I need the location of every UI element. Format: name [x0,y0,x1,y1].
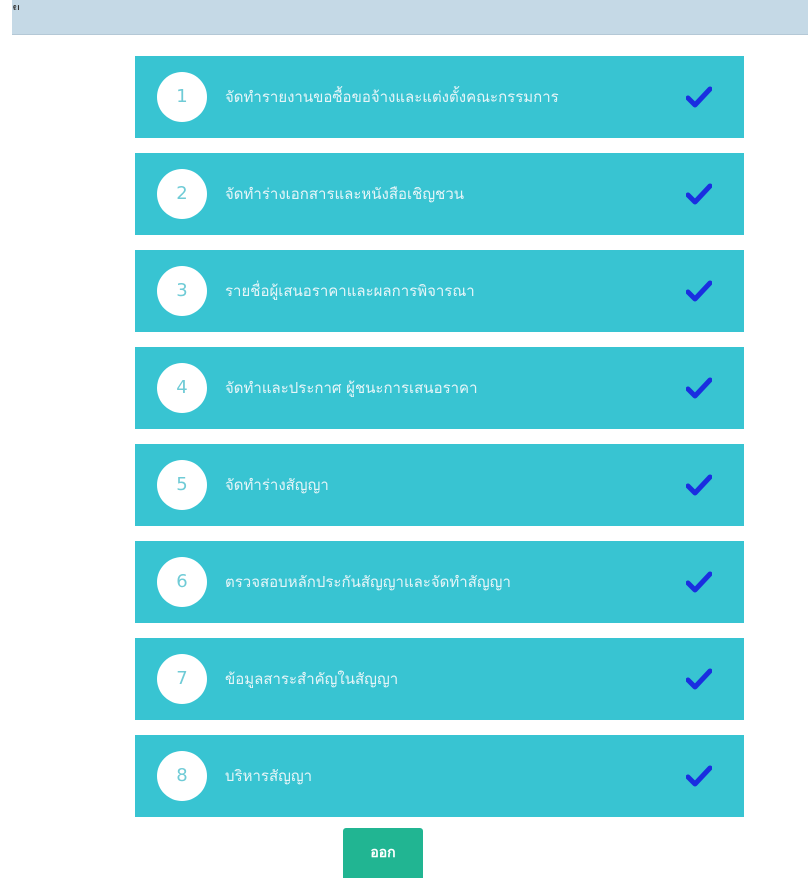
step-number-badge: 7 [157,654,207,704]
top-header-bar: ย [12,0,808,35]
check-icon [686,765,712,787]
check-icon [686,86,712,108]
step-item-3[interactable]: 3 รายชื่อผู้เสนอราคาและผลการพิจารณา [135,250,744,332]
step-label: จัดทำร่างสัญญา [225,476,329,494]
step-item-4[interactable]: 4 จัดทำและประกาศ ผู้ชนะการเสนอราคา [135,347,744,429]
check-icon [686,377,712,399]
check-icon [686,571,712,593]
check-icon [686,474,712,496]
exit-button[interactable]: ออก [343,828,423,878]
check-icon [686,668,712,690]
step-item-7[interactable]: 7 ข้อมูลสาระสำคัญในสัญญา [135,638,744,720]
step-number-badge: 4 [157,363,207,413]
check-icon [686,280,712,302]
step-label: ตรวจสอบหลักประกันสัญญาและจัดทำสัญญา [225,573,511,591]
step-label: บริหารสัญญา [225,767,313,785]
step-label: จัดทำและประกาศ ผู้ชนะการเสนอราคา [225,379,478,397]
step-item-5[interactable]: 5 จัดทำร่างสัญญา [135,444,744,526]
step-item-6[interactable]: 6 ตรวจสอบหลักประกันสัญญาและจัดทำสัญญา [135,541,744,623]
step-number-badge: 5 [157,460,207,510]
step-number-badge: 3 [157,266,207,316]
step-number-badge: 2 [157,169,207,219]
step-label: จัดทำร่างเอกสารและหนังสือเชิญชวน [225,185,464,203]
procurement-steps-list: 1 จัดทำรายงานขอซื้อขอจ้างและแต่งตั้งคณะก… [135,56,744,832]
step-item-2[interactable]: 2 จัดทำร่างเอกสารและหนังสือเชิญชวน [135,153,744,235]
step-number-badge: 1 [157,72,207,122]
step-label: ข้อมูลสาระสำคัญในสัญญา [225,670,399,688]
step-number-badge: 6 [157,557,207,607]
step-item-8[interactable]: 8 บริหารสัญญา [135,735,744,817]
step-item-1[interactable]: 1 จัดทำรายงานขอซื้อขอจ้างและแต่งตั้งคณะก… [135,56,744,138]
header-text-fragment: ย [12,1,21,10]
step-label: รายชื่อผู้เสนอราคาและผลการพิจารณา [225,282,475,300]
check-icon [686,183,712,205]
step-label: จัดทำรายงานขอซื้อขอจ้างและแต่งตั้งคณะกรร… [225,88,559,106]
step-number-badge: 8 [157,751,207,801]
